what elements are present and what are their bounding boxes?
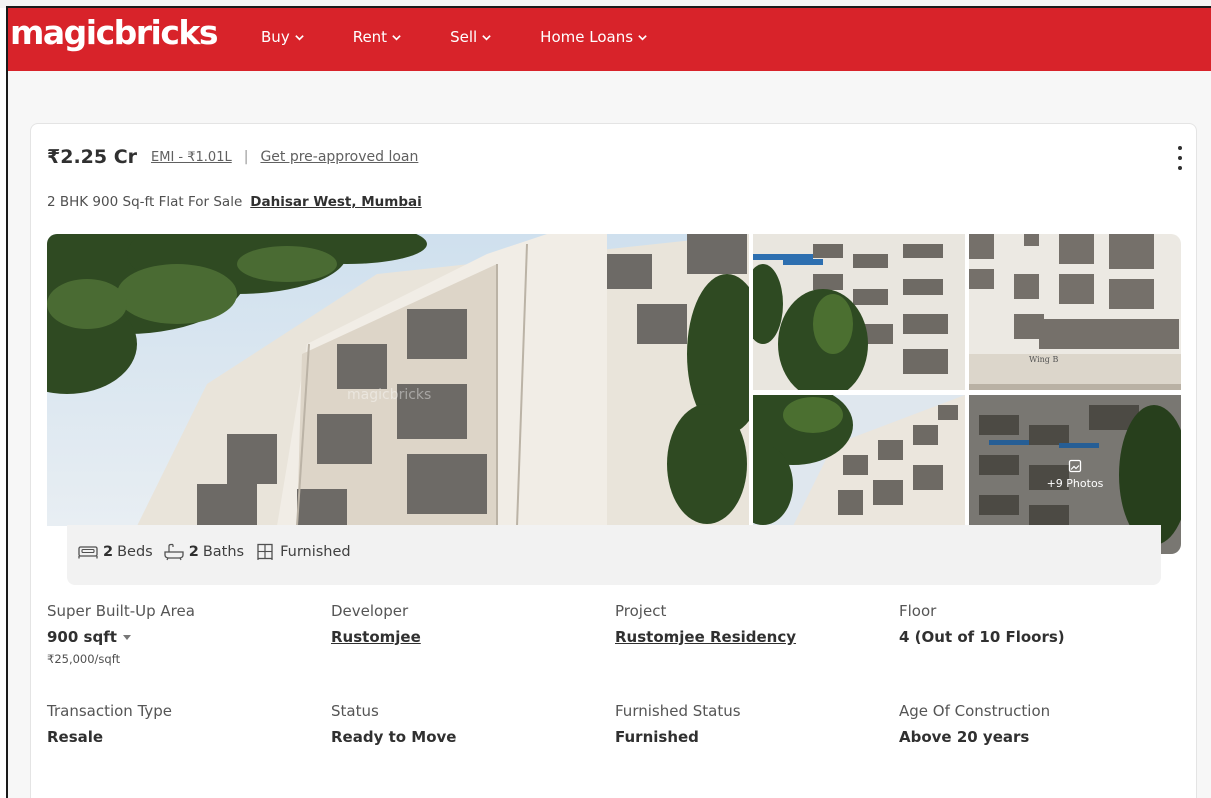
chevron-down-icon [638, 35, 647, 41]
furnishing-label: Furnished [280, 544, 351, 560]
fact-developer: Developer Rustomjee [331, 602, 615, 702]
beds-count: 2 [103, 544, 114, 560]
fact-label: Age Of Construction [899, 702, 1051, 720]
watermark-text: magicbricks [347, 387, 431, 403]
fact-value: Furnished [615, 728, 699, 746]
gallery-photo-2[interactable]: Wing B [969, 234, 1181, 390]
developer-link[interactable]: Rustomjee [331, 628, 615, 646]
project-link[interactable]: Rustomjee Residency [615, 628, 899, 646]
chevron-down-icon [294, 35, 304, 41]
image-icon [1068, 459, 1082, 473]
chevron-down-icon [392, 35, 401, 41]
baths-count: 2 [188, 544, 199, 560]
furnishing-amenity: Furnished [254, 543, 351, 561]
wardrobe-icon [257, 543, 273, 560]
fact-label: Developer [331, 602, 409, 620]
nav-buy[interactable]: Buy [261, 28, 305, 46]
caret-down-icon [122, 634, 131, 640]
fact-furnished-status: Furnished Status Furnished [615, 702, 899, 798]
main-photo[interactable]: magicbricks [47, 234, 749, 526]
more-photos-label: +9 Photos [1046, 477, 1104, 490]
beds-amenity: 2 Beds [77, 543, 153, 561]
magicbricks-logo[interactable]: magicbricks [10, 13, 219, 52]
fact-value: 900 sqft [47, 628, 117, 646]
amenities-bar: 2 Beds 2 Baths Furnished [67, 525, 1161, 585]
nav-home-loans[interactable]: Home Loans [540, 28, 648, 46]
gallery-photo-1[interactable] [753, 234, 965, 390]
fact-label: Transaction Type [47, 702, 173, 720]
photo-gallery: magicbricks Wing B +9 Photos [47, 234, 1181, 554]
property-price: ₹2.25 Cr [47, 146, 138, 168]
fact-label: Super Built-Up Area [47, 602, 195, 620]
header-navbar: magicbricks Buy Rent Sell Home Loans [8, 8, 1211, 71]
fact-value: Resale [47, 728, 104, 746]
more-options-icon[interactable] [1176, 146, 1184, 170]
property-title-row: 2 BHK 900 Sq-ft Flat For Sale Dahisar We… [47, 194, 422, 210]
beds-label: Beds [117, 544, 153, 560]
baths-amenity: 2 Baths [163, 543, 244, 561]
emi-link[interactable]: EMI - ₹1.01L [151, 150, 232, 165]
pre-approved-loan-link[interactable]: Get pre-approved loan [260, 149, 418, 165]
fact-value: Ready to Move [331, 728, 457, 746]
nav-buy-label: Buy [261, 27, 290, 46]
price-per-sqft: ₹25,000/sqft [47, 652, 121, 666]
fact-age-of-construction: Age Of Construction Above 20 years [899, 702, 1183, 798]
property-title: 2 BHK 900 Sq-ft Flat For Sale [47, 194, 243, 210]
bed-icon [78, 546, 98, 559]
fact-label: Project [615, 602, 667, 620]
locality-link[interactable]: Dahisar West, Mumbai [250, 194, 421, 210]
fact-transaction-type: Transaction Type Resale [47, 702, 331, 798]
gallery-photo-3[interactable] [753, 395, 965, 526]
fact-super-builtup-area: Super Built-Up Area 900 sqft ₹25,000/sqf… [47, 602, 331, 702]
fact-value: 4 (Out of 10 Floors) [899, 628, 1065, 646]
baths-label: Baths [202, 544, 245, 560]
nav-home-loans-label: Home Loans [540, 27, 634, 46]
price-separator: | [243, 149, 249, 165]
bathtub-icon [164, 543, 184, 561]
fact-status: Status Ready to Move [331, 702, 615, 798]
chevron-down-icon [482, 35, 491, 41]
fact-project: Project Rustomjee Residency [615, 602, 899, 702]
nav-sell[interactable]: Sell [450, 28, 492, 46]
fact-value: Above 20 years [899, 728, 1030, 746]
nav-rent-label: Rent [352, 27, 388, 46]
property-card[interactable]: ₹2.25 Cr EMI - ₹1.01L | Get pre-approved… [30, 123, 1197, 798]
fact-label: Status [331, 702, 379, 720]
price-row: ₹2.25 Cr EMI - ₹1.01L | Get pre-approved… [47, 146, 418, 168]
fact-label: Furnished Status [615, 702, 741, 720]
property-facts: Super Built-Up Area 900 sqft ₹25,000/sqf… [47, 602, 1187, 798]
svg-text:Wing B: Wing B [1029, 355, 1058, 364]
area-dropdown[interactable]: 900 sqft [47, 628, 331, 646]
fact-floor: Floor 4 (Out of 10 Floors) [899, 602, 1183, 702]
nav-rent[interactable]: Rent [353, 28, 402, 46]
nav-sell-label: Sell [450, 27, 478, 46]
fact-label: Floor [899, 602, 937, 620]
